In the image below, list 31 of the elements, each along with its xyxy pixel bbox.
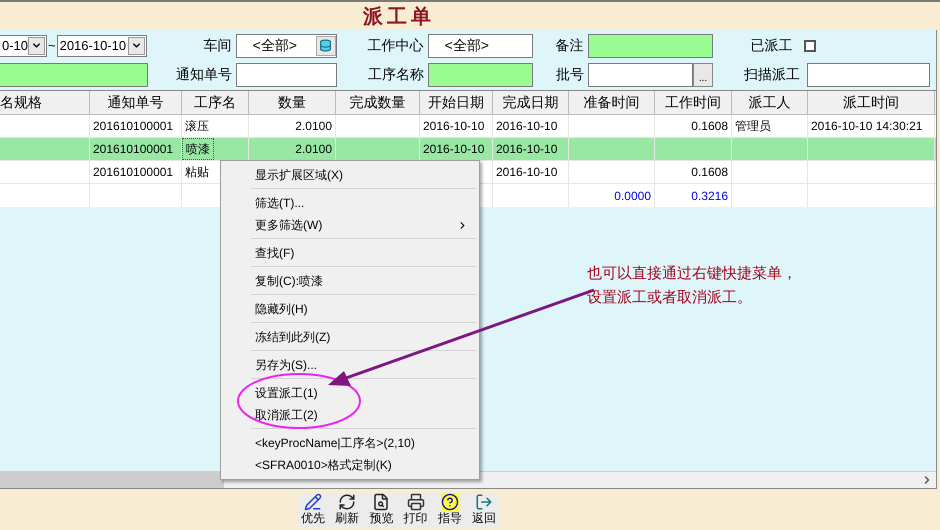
table-cell-text: 0.1608 — [690, 118, 729, 135]
table-cell-text: 粘贴 — [184, 164, 210, 181]
table-cell-text: 2016-10-10 — [495, 141, 558, 158]
annotation-text: 也可以直接通过右键快捷菜单， — [587, 264, 797, 284]
table-cell-text: 201610100001 — [92, 164, 174, 181]
table-cell: 喷漆 — [182, 138, 214, 160]
table-cell-text: 2016-10-10 — [495, 164, 558, 181]
table-cell-text: 2016-10-10 — [422, 118, 486, 135]
range-separator: ~ — [48, 36, 56, 55]
total-cell-text: 0.0000 — [613, 188, 652, 204]
field-label: 备注 — [554, 36, 584, 55]
window-title: 派工单 — [363, 3, 435, 30]
table-cell-text: 0.1608 — [690, 164, 729, 181]
table-cell-text: 2016-10-10 — [422, 141, 486, 158]
field-label: 通知单号 — [175, 65, 232, 84]
table-cell-text: 2016-10-10 14:30:21 — [810, 118, 924, 135]
field-label: 工序名称 — [367, 65, 424, 84]
annotation-text: 设置派工或者取消派工。 — [587, 288, 753, 308]
field-label: 已派工 — [750, 36, 793, 55]
table-cell-text: 管理员 — [734, 118, 772, 135]
table-cell-text: 2.0100 — [294, 118, 333, 135]
table-cell-text: 2.0100 — [294, 141, 333, 158]
table-cell-text: 2016-10-10 — [495, 118, 558, 135]
table-cell-text: 滚压 — [184, 118, 210, 135]
field-label: 扫描派工 — [743, 65, 800, 84]
field-label: 批号 — [555, 65, 584, 84]
field-label: 车间 — [202, 36, 232, 55]
field-label: 工作中心 — [366, 36, 424, 55]
table-cell-text: 201610100001 — [92, 118, 174, 135]
total-cell-text: 0.3216 — [690, 188, 729, 204]
table-cell-text: 201610100001 — [92, 141, 174, 158]
